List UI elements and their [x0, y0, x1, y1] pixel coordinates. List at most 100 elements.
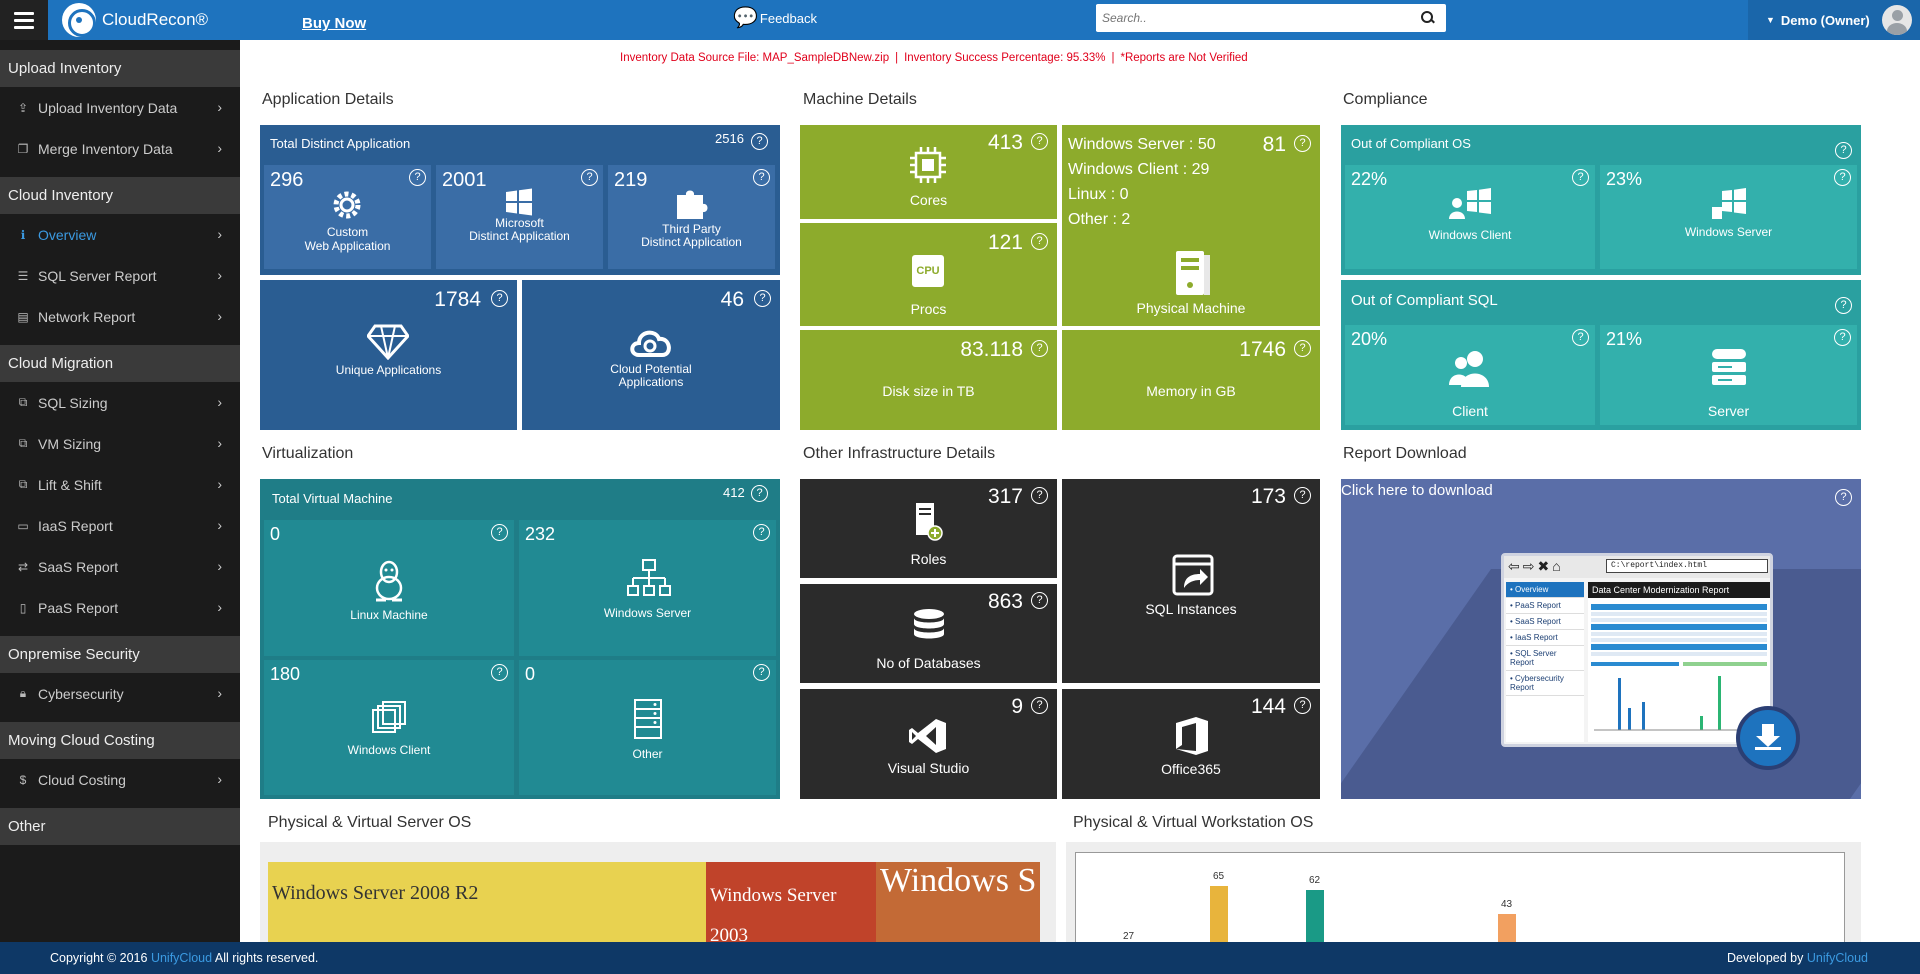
- footer: Copyright © 2016 UnifyCloud All rights r…: [0, 942, 1920, 974]
- help-icon[interactable]: ?: [753, 524, 770, 541]
- virtual-other-tile[interactable]: 0 ? Other: [519, 660, 776, 795]
- sql-instances-tile[interactable]: 173 ? SQL Instances: [1062, 479, 1320, 683]
- sidebar-item-sql-sizing[interactable]: ⧉ SQL Sizing ›: [0, 382, 240, 423]
- help-icon[interactable]: ?: [1031, 697, 1048, 714]
- help-icon[interactable]: ?: [1834, 169, 1851, 186]
- sidebar-item-lift-shift[interactable]: ⧉ Lift & Shift ›: [0, 464, 240, 505]
- report-download-card[interactable]: ? ⇦⇨✖⌂ C:\report\index.html • Overview •…: [1341, 479, 1861, 799]
- chevron-right-icon: ›: [217, 771, 222, 787]
- help-icon[interactable]: ?: [1031, 233, 1048, 250]
- help-icon[interactable]: ?: [1294, 135, 1311, 152]
- sidebar-item-cybersecurity[interactable]: 🔒︎ Cybersecurity ›: [0, 673, 240, 714]
- help-icon[interactable]: ?: [753, 664, 770, 681]
- help-icon[interactable]: ?: [491, 290, 508, 307]
- sidebar-item-upload-inventory-data[interactable]: ⇪ Upload Inventory Data ›: [0, 87, 240, 128]
- virtual-windows-client-tile[interactable]: 180 ? Windows Client: [264, 660, 514, 795]
- out-of-compliant-os-tile[interactable]: Out of Compliant OS ? 22% ? Windows Clie…: [1341, 125, 1861, 275]
- user-name: Demo (Owner): [1780, 12, 1870, 28]
- report-preview-title: Data Center Modernization Report: [1588, 582, 1770, 598]
- help-icon[interactable]: ?: [753, 169, 770, 186]
- microsoft-distinct-application-tile[interactable]: 2001 ? Microsoft Distinct Application: [436, 165, 603, 269]
- cloud-potential-applications-tile[interactable]: 46 ? Cloud Potential Applications: [522, 280, 780, 430]
- cores-tile[interactable]: 413 ? Cores: [800, 125, 1057, 219]
- memory-tile[interactable]: 1746 ? Memory in GB: [1062, 330, 1320, 430]
- sidebar-item-cloud-costing[interactable]: $ Cloud Costing ›: [0, 759, 240, 800]
- total-distinct-application-tile[interactable]: Total Distinct Application 2516 ? 296 ? …: [260, 125, 780, 275]
- sidebar-item-overview[interactable]: ℹ Overview ›: [0, 214, 240, 255]
- buy-now-link[interactable]: Buy Now: [302, 15, 366, 32]
- treemap-cell[interactable]: Windows Server 2008 R2: [268, 862, 706, 942]
- sql-client-tile[interactable]: 20% ? Client: [1345, 325, 1595, 425]
- help-icon[interactable]: ?: [1834, 329, 1851, 346]
- help-icon[interactable]: ?: [754, 290, 771, 307]
- treemap-cell[interactable]: Windows Server 2003: [706, 862, 876, 942]
- help-icon[interactable]: ?: [491, 524, 508, 541]
- sidebar-item-label: Network Report: [38, 308, 136, 325]
- sidebar-item-label: VM Sizing: [38, 435, 102, 452]
- sidebar-item-iaas-report[interactable]: ▭ IaaS Report ›: [0, 505, 240, 546]
- click-here-to-download-link[interactable]: Click here to download: [1341, 482, 1493, 499]
- third-party-distinct-application-tile[interactable]: 219 ? Third Party Distinct Application: [608, 165, 775, 269]
- help-icon[interactable]: ?: [409, 169, 426, 186]
- help-icon[interactable]: ?: [1294, 340, 1311, 357]
- download-icon[interactable]: [1736, 706, 1800, 770]
- search-input[interactable]: [1096, 5, 1416, 31]
- unifycloud-link[interactable]: UnifyCloud: [151, 951, 212, 965]
- help-icon[interactable]: ?: [1835, 489, 1852, 506]
- roles-tile[interactable]: 317 ? Roles: [800, 479, 1057, 578]
- os-windows-server-tile[interactable]: 23% ? Windows Server: [1600, 165, 1857, 269]
- visual-studio-tile[interactable]: 9 ? Visual Studio: [800, 689, 1057, 799]
- chart-data-label: 27: [1123, 931, 1135, 942]
- help-icon[interactable]: ?: [1031, 592, 1048, 609]
- physical-machine-tile[interactable]: Windows Server : 50 Windows Client : 29 …: [1062, 125, 1320, 326]
- custom-web-application-value: 296: [270, 169, 304, 191]
- sidebar-item-network-report[interactable]: ▤ Network Report ›: [0, 296, 240, 337]
- sidebar-item-sql-server-report[interactable]: ☰ SQL Server Report ›: [0, 255, 240, 296]
- unique-applications-tile[interactable]: 1784 ? Unique Applications: [260, 280, 517, 430]
- sidebar-section-other[interactable]: Other: [0, 808, 240, 845]
- feedback-button[interactable]: 💬 Feedback: [733, 8, 817, 28]
- help-icon[interactable]: ?: [1572, 169, 1589, 186]
- menu-icon[interactable]: [0, 0, 48, 40]
- help-icon[interactable]: ?: [1294, 487, 1311, 504]
- databases-tile[interactable]: 863 ? No of Databases: [800, 584, 1057, 683]
- workstation-os-chart: 27 65 62 43: [1075, 852, 1845, 942]
- custom-web-application-tile[interactable]: 296 ? Custom Web Application: [264, 165, 431, 269]
- chart-bar[interactable]: [1306, 889, 1324, 942]
- preview-nav-item: • PaaS Report: [1506, 598, 1584, 614]
- help-icon[interactable]: ?: [1031, 340, 1048, 357]
- help-icon[interactable]: ?: [1835, 142, 1852, 159]
- out-of-compliant-sql-tile[interactable]: Out of Compliant SQL ? 20% ? Client 21% …: [1341, 280, 1861, 430]
- procs-tile[interactable]: 121 ? CPU Procs: [800, 223, 1057, 326]
- app-logo[interactable]: CloudRecon®: [62, 3, 208, 37]
- linux-machine-tile[interactable]: 0 ? Linux Machine: [264, 520, 514, 656]
- unifycloud-developer-link[interactable]: UnifyCloud: [1807, 951, 1868, 965]
- server-tower-icon: [1176, 251, 1210, 295]
- search-icon[interactable]: [1416, 6, 1440, 30]
- chart-bar[interactable]: [1210, 886, 1228, 942]
- help-icon[interactable]: ?: [491, 664, 508, 681]
- office365-tile[interactable]: 144 ? Office365: [1062, 689, 1320, 799]
- help-icon[interactable]: ?: [581, 169, 598, 186]
- file-icon: ▯: [19, 600, 27, 615]
- help-icon[interactable]: ?: [1835, 297, 1852, 314]
- total-virtual-machine-tile[interactable]: Total Virtual Machine 412 ? 0 ? Linux Ma…: [260, 479, 780, 799]
- help-icon[interactable]: ?: [1031, 487, 1048, 504]
- disk-size-tile[interactable]: 83.118 ? Disk size in TB: [800, 330, 1057, 430]
- help-icon[interactable]: ?: [751, 485, 768, 502]
- custom-web-application-label: Custom Web Application: [264, 225, 431, 253]
- user-menu[interactable]: ▼ Demo (Owner): [1748, 0, 1920, 40]
- os-windows-client-tile[interactable]: 22% ? Windows Client: [1345, 165, 1595, 269]
- help-icon[interactable]: ?: [1031, 133, 1048, 150]
- sidebar-item-saas-report[interactable]: ⇄ SaaS Report ›: [0, 546, 240, 587]
- help-icon[interactable]: ?: [751, 133, 768, 150]
- sql-server-tile[interactable]: 21% ? Server: [1600, 325, 1857, 425]
- help-icon[interactable]: ?: [1294, 697, 1311, 714]
- virtual-windows-server-tile[interactable]: 232 ? Windows Server: [519, 520, 776, 656]
- sidebar-item-paas-report[interactable]: ▯ PaaS Report ›: [0, 587, 240, 628]
- help-icon[interactable]: ?: [1572, 329, 1589, 346]
- treemap-cell[interactable]: Windows S: [876, 862, 1040, 942]
- sidebar-item-vm-sizing[interactable]: ⧉ VM Sizing ›: [0, 423, 240, 464]
- chart-bar[interactable]: [1498, 914, 1516, 942]
- sidebar-item-merge-inventory-data[interactable]: ❐ Merge Inventory Data ›: [0, 128, 240, 169]
